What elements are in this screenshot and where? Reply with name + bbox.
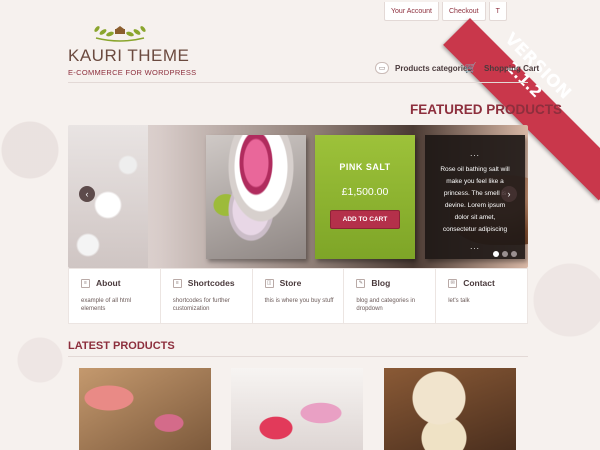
shopping-cart-menu[interactable]: 🛒 Shopping Cart xyxy=(464,62,539,74)
feature-shortcodes[interactable]: ≡ Shortcodes shortcodes for further custo… xyxy=(161,269,253,323)
featured-slider[interactable]: PINK SALT £1,500.00 ADD TO CART ... Rose… xyxy=(68,125,528,268)
add-to-cart-button[interactable]: ADD TO CART xyxy=(329,210,401,229)
slide-dot[interactable] xyxy=(511,251,517,257)
ellipsis-top: ... xyxy=(470,149,480,158)
laurel-crown-icon xyxy=(94,26,146,42)
featured-product-name: PINK SALT xyxy=(339,162,391,172)
slider-prev-button[interactable]: ‹ xyxy=(79,186,95,202)
checkout-link[interactable]: Checkout xyxy=(442,2,486,21)
slide-dot[interactable] xyxy=(502,251,508,257)
header-divider xyxy=(68,82,528,83)
feature-blog[interactable]: ✎ Blog blog and categories in dropdown xyxy=(344,269,437,323)
folder-icon: ▭ xyxy=(375,62,389,74)
site-tagline: E-COMMERCE FOR WORDPRESS xyxy=(68,68,197,77)
feature-title: Blog xyxy=(371,278,391,288)
slide-dot[interactable] xyxy=(493,251,499,257)
feature-store[interactable]: ◫ Store this is where you buy stuff xyxy=(253,269,345,323)
shopping-cart-label: Shopping Cart xyxy=(484,63,540,73)
latest-products-title: LATEST PRODUCTS xyxy=(68,340,175,352)
product-thumbnail[interactable] xyxy=(384,368,516,450)
feature-text: shortcodes for further customization xyxy=(172,298,230,312)
ellipsis-bottom: ... xyxy=(470,242,480,251)
bag-icon: ◫ xyxy=(264,278,274,288)
feature-about[interactable]: ≡ About example of all html elements xyxy=(69,269,161,323)
slider-pagination xyxy=(493,251,517,257)
cart-icon: 🛒 xyxy=(464,62,478,74)
mail-icon: ✉ xyxy=(448,278,458,288)
latest-products-row xyxy=(79,368,519,450)
featured-product-price: £1,500.00 xyxy=(341,186,389,198)
feature-contact[interactable]: ✉ Contact let's talk xyxy=(436,269,527,323)
feature-text: let's talk xyxy=(448,298,470,304)
feature-text: this is where you buy stuff xyxy=(264,298,334,304)
your-account-link[interactable]: Your Account xyxy=(384,2,439,21)
feature-boxes: ≡ About example of all html elements ≡ Sho… xyxy=(68,268,528,324)
featured-products-title: FEATURED PRODUCTS xyxy=(410,102,563,117)
account-links: Your Account Checkout T xyxy=(384,2,507,21)
site-title: KAURI THEME xyxy=(68,46,190,65)
latest-divider xyxy=(68,356,528,357)
document-icon: ≡ xyxy=(81,278,90,288)
feature-title: About xyxy=(96,278,121,288)
slider-next-button[interactable]: › xyxy=(501,186,517,202)
pencil-icon: ✎ xyxy=(356,278,366,288)
product-thumbnail[interactable] xyxy=(79,368,211,450)
products-categories-menu[interactable]: ▭ Products categories xyxy=(375,62,472,74)
feature-text: example of all html elements xyxy=(81,298,132,312)
featured-product-info: PINK SALT £1,500.00 ADD TO CART xyxy=(315,135,415,259)
feature-text: blog and categories in dropdown xyxy=(356,298,416,312)
code-icon: ≡ xyxy=(172,278,182,288)
product-thumbnail[interactable] xyxy=(231,368,363,450)
featured-product-image[interactable] xyxy=(206,135,306,259)
products-categories-label: Products categories xyxy=(395,63,472,73)
feature-title: Contact xyxy=(463,278,495,288)
feature-title: Store xyxy=(279,278,302,288)
feature-title: Shortcodes xyxy=(187,278,235,288)
